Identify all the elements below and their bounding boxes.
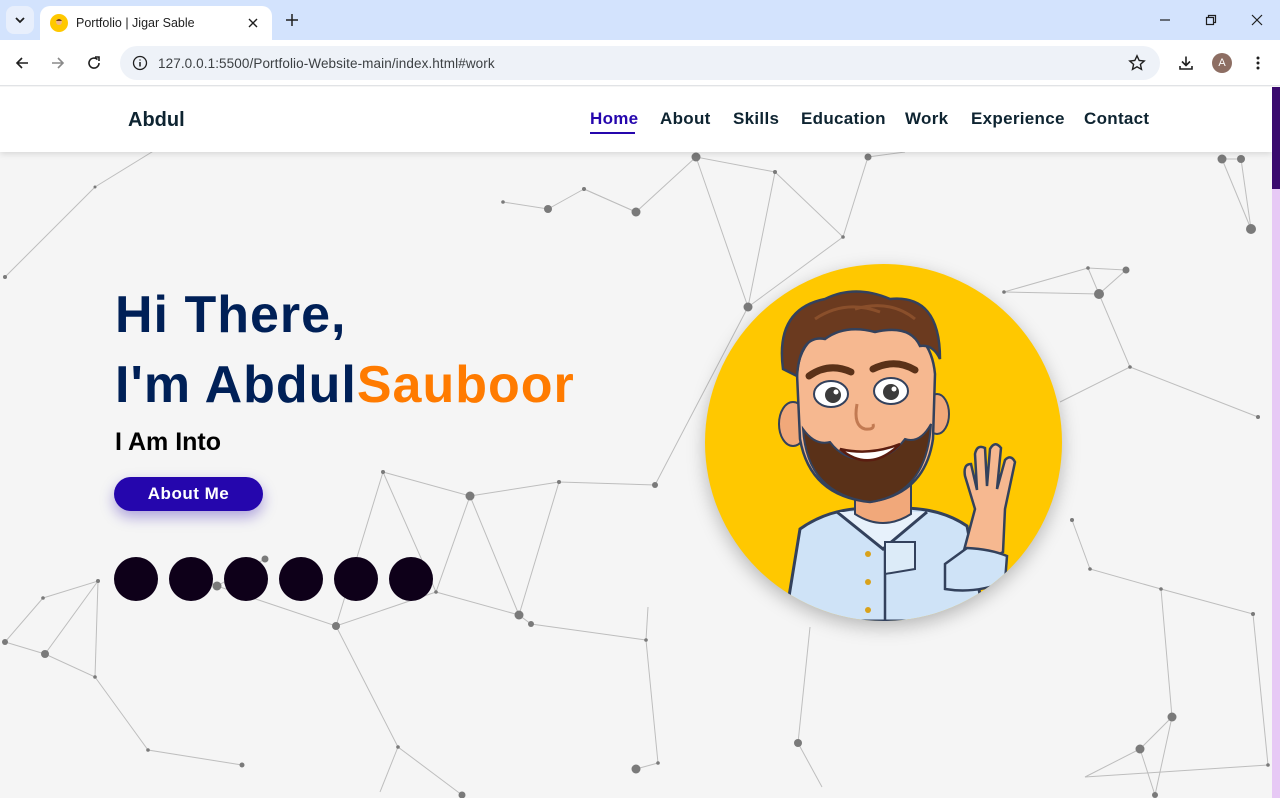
browser-tab[interactable]: Portfolio | Jigar Sable — [40, 6, 272, 40]
restore-icon — [1205, 14, 1217, 26]
back-button[interactable] — [8, 49, 36, 77]
hero-name-prefix: I'm Abdul — [115, 356, 357, 414]
minimize-icon — [1160, 19, 1170, 21]
chevron-down-icon — [15, 17, 25, 24]
page-viewport: Abdul Home About Skills Education Work E… — [0, 87, 1280, 798]
download-button[interactable] — [1172, 49, 1200, 77]
nav-contact[interactable]: Contact — [1084, 109, 1149, 129]
social-link-4[interactable] — [279, 557, 323, 601]
nav-education[interactable]: Education — [801, 109, 886, 129]
social-link-3[interactable] — [224, 557, 268, 601]
nav-work[interactable]: Work — [905, 109, 948, 129]
tab-search-button[interactable] — [6, 6, 34, 34]
download-icon — [1179, 56, 1193, 70]
nav-experience[interactable]: Experience — [971, 109, 1065, 129]
social-link-1[interactable] — [114, 557, 158, 601]
reload-icon — [88, 56, 100, 69]
site-header: Abdul Home About Skills Education Work E… — [0, 87, 1272, 152]
forward-button[interactable] — [44, 49, 72, 77]
star-icon[interactable] — [1128, 54, 1146, 72]
hero-name: I'm AbdulSauboor — [115, 355, 575, 415]
about-me-button[interactable]: About Me — [114, 477, 263, 511]
site-logo[interactable]: Abdul — [128, 109, 185, 132]
hero-greeting: Hi There, — [115, 286, 347, 344]
tab-title: Portfolio | Jigar Sable — [76, 16, 195, 30]
social-link-2[interactable] — [169, 557, 213, 601]
reload-button[interactable] — [80, 49, 108, 77]
restore-button[interactable] — [1188, 0, 1234, 40]
profile-avatar-image — [705, 264, 1062, 621]
hero-name-accent: Sauboor — [356, 356, 575, 414]
nav-active-underline — [590, 132, 635, 134]
window-close-button[interactable] — [1234, 0, 1280, 40]
browser-toolbar: 127.0.0.1:5500/Portfolio-Website-main/in… — [0, 40, 1280, 86]
close-icon — [1251, 14, 1263, 26]
profile-avatar[interactable]: A — [1212, 53, 1232, 73]
browser-tab-strip: Portfolio | Jigar Sable — [0, 0, 1280, 40]
address-bar[interactable]: 127.0.0.1:5500/Portfolio-Website-main/in… — [120, 46, 1160, 80]
site-info-icon[interactable] — [132, 55, 148, 71]
nav-about[interactable]: About — [660, 109, 711, 129]
page-scrollbar-thumb[interactable] — [1272, 87, 1280, 189]
hero-typing-text: I Am Into — [115, 428, 222, 456]
nav-home[interactable]: Home — [590, 109, 638, 129]
close-icon — [248, 18, 258, 28]
social-link-5[interactable] — [334, 557, 378, 601]
plus-icon — [286, 14, 298, 26]
url-text: 127.0.0.1:5500/Portfolio-Website-main/in… — [158, 55, 495, 71]
kebab-menu-icon — [1256, 56, 1260, 70]
tab-close-button[interactable] — [244, 14, 262, 32]
social-links — [114, 557, 433, 601]
forward-arrow-icon — [52, 57, 65, 69]
new-tab-button[interactable] — [280, 8, 304, 32]
tab-favicon-icon — [50, 14, 68, 32]
social-link-6[interactable] — [389, 557, 433, 601]
minimize-button[interactable] — [1142, 0, 1188, 40]
cartoon-avatar-illustration — [778, 290, 1017, 621]
browser-menu-button[interactable] — [1244, 49, 1272, 77]
back-arrow-icon — [15, 57, 28, 69]
nav-skills[interactable]: Skills — [733, 109, 779, 129]
page-scrollbar[interactable] — [1272, 87, 1280, 798]
